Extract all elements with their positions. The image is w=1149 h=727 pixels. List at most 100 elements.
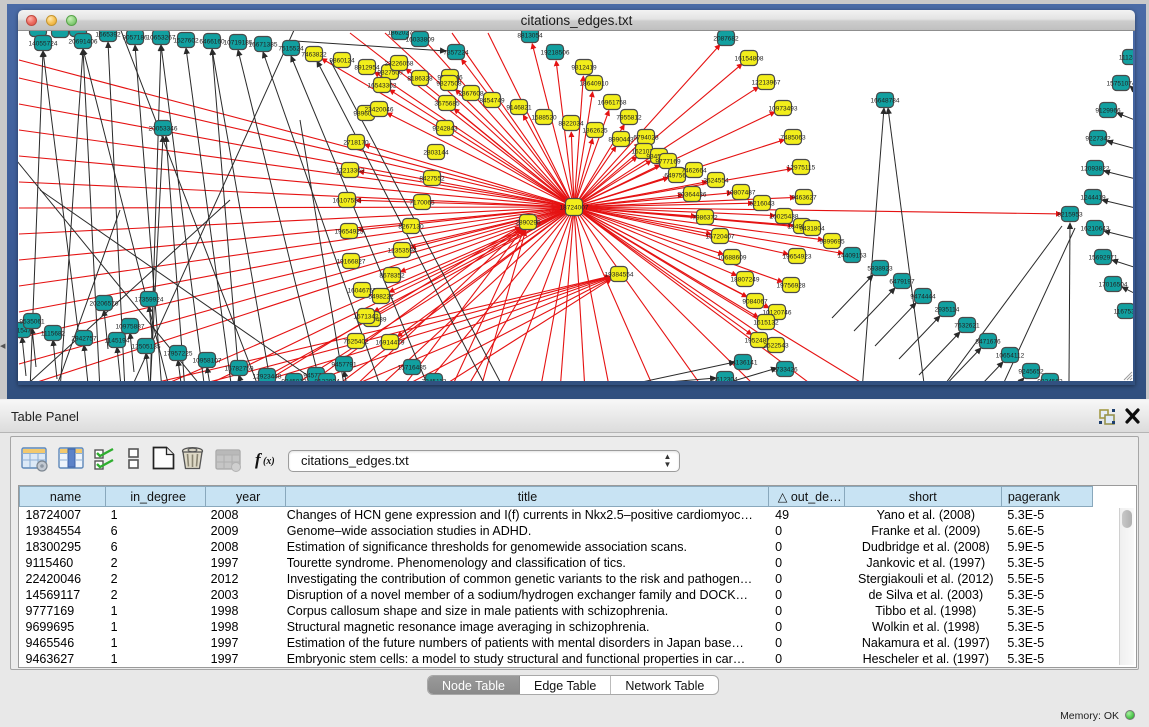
svg-text:8471676: 8471676 xyxy=(975,339,1001,346)
svg-text:16782759: 16782759 xyxy=(225,366,254,373)
svg-text:10688609: 10688609 xyxy=(718,255,747,262)
svg-text:7632621: 7632621 xyxy=(954,323,980,330)
svg-text:2942757: 2942757 xyxy=(71,336,97,343)
svg-text:8822034: 8822034 xyxy=(558,121,584,128)
svg-text:9474444: 9474444 xyxy=(910,294,936,301)
svg-text:8990443: 8990443 xyxy=(608,137,634,144)
svg-text:15716485: 15716485 xyxy=(398,365,427,372)
svg-text:19654925: 19654925 xyxy=(335,229,364,236)
svg-text:1167533: 1167533 xyxy=(1114,309,1133,316)
svg-text:23420046: 23420046 xyxy=(365,107,394,114)
svg-text:9129966: 9129966 xyxy=(1095,108,1121,115)
svg-text:9312419: 9312419 xyxy=(571,65,597,72)
svg-text:8123904: 8123904 xyxy=(314,379,340,382)
svg-text:9463627: 9463627 xyxy=(791,195,817,202)
svg-text:15751074: 15751074 xyxy=(1107,81,1133,88)
svg-text:9227342: 9227342 xyxy=(1085,136,1111,143)
svg-text:9242843: 9242843 xyxy=(432,126,458,133)
svg-text:5498222: 5498222 xyxy=(368,294,394,301)
svg-text:18807249: 18807249 xyxy=(731,277,760,284)
svg-text:20206576: 20206576 xyxy=(90,301,119,308)
svg-text:8427552: 8427552 xyxy=(419,176,445,183)
svg-text:16154808: 16154808 xyxy=(735,56,764,63)
svg-text:10807487: 10807487 xyxy=(727,190,756,197)
svg-text:1244419: 1244419 xyxy=(1080,195,1106,202)
svg-text:16648784: 16648784 xyxy=(871,98,900,105)
svg-text:2367608: 2367608 xyxy=(458,91,484,98)
svg-text:16914479: 16914479 xyxy=(376,340,405,347)
svg-text:9535061: 9535061 xyxy=(19,319,45,326)
svg-text:5938923: 5938923 xyxy=(867,266,893,273)
svg-text:12213363: 12213363 xyxy=(336,168,365,175)
svg-text:9457791: 9457791 xyxy=(331,362,357,369)
svg-text:2935114: 2935114 xyxy=(935,307,960,314)
svg-text:17957225: 17957225 xyxy=(164,351,193,358)
svg-text:12213967: 12213967 xyxy=(752,80,781,87)
svg-text:17359924: 17359924 xyxy=(135,297,164,304)
svg-text:9084067: 9084067 xyxy=(742,299,768,306)
svg-text:2890296: 2890296 xyxy=(515,220,541,227)
svg-text:10654112: 10654112 xyxy=(996,353,1025,360)
svg-text:1112853: 1112853 xyxy=(1119,55,1133,62)
svg-text:7986372: 7986372 xyxy=(692,215,718,222)
svg-text:2087682: 2087682 xyxy=(713,36,739,43)
svg-text:16961758: 16961758 xyxy=(598,100,627,107)
svg-text:15692971: 15692971 xyxy=(1089,255,1118,262)
svg-text:10958107: 10958107 xyxy=(193,358,222,365)
svg-text:7625402: 7625402 xyxy=(343,339,369,346)
svg-text:20364436: 20364436 xyxy=(678,192,707,199)
svg-text:12093822: 12093822 xyxy=(1081,166,1110,173)
svg-text:6466160: 6466160 xyxy=(199,39,225,46)
svg-text:15720407: 15720407 xyxy=(706,234,735,241)
svg-text:16107553: 16107553 xyxy=(333,198,362,205)
svg-text:14136141: 14136141 xyxy=(729,360,758,367)
svg-text:8454749: 8454749 xyxy=(479,98,505,105)
svg-text:10975887: 10975887 xyxy=(116,324,145,331)
svg-text:3675685: 3675685 xyxy=(434,101,460,108)
svg-text:9431804: 9431804 xyxy=(799,226,825,233)
svg-text:17016504: 17016504 xyxy=(1099,282,1128,289)
svg-text:9057186: 9057186 xyxy=(122,35,148,42)
svg-text:7345112: 7345112 xyxy=(422,379,447,382)
svg-text:10653267: 10653267 xyxy=(147,35,176,42)
svg-text:9860124: 9860124 xyxy=(329,58,355,65)
svg-text:19166827: 19166827 xyxy=(337,259,366,266)
svg-text:3624554: 3624554 xyxy=(703,178,729,185)
svg-text:12975115: 12975115 xyxy=(787,165,816,172)
svg-text:6216043: 6216043 xyxy=(749,201,775,208)
svg-text:9245652: 9245652 xyxy=(1018,369,1044,376)
svg-text:8267130: 8267130 xyxy=(398,224,424,231)
svg-text:12353594: 12353594 xyxy=(388,248,417,255)
svg-text:1115682: 1115682 xyxy=(41,331,66,338)
svg-text:8612304: 8612304 xyxy=(712,377,738,382)
svg-text:1145194: 1145194 xyxy=(105,338,130,345)
svg-text:8678352: 8678352 xyxy=(379,273,405,280)
svg-text:12923448: 12923448 xyxy=(253,374,282,381)
svg-text:9327508: 9327508 xyxy=(436,81,462,88)
svg-text:14055724: 14055724 xyxy=(29,41,58,48)
svg-text:f: f xyxy=(255,450,263,469)
svg-text:7955812: 7955812 xyxy=(616,115,642,122)
svg-text:14409153: 14409153 xyxy=(838,253,867,260)
svg-text:23226058: 23226058 xyxy=(385,61,414,68)
svg-text:1615132: 1615132 xyxy=(753,320,779,327)
svg-text:1588520: 1588520 xyxy=(531,115,557,122)
svg-text:7515524: 7515524 xyxy=(278,46,304,53)
svg-text:19654923: 19654923 xyxy=(783,254,812,261)
svg-text:20691406: 20691406 xyxy=(69,39,98,46)
svg-text:20053346: 20053346 xyxy=(149,126,178,133)
svg-text:9777169: 9777169 xyxy=(655,159,681,166)
svg-text:7170065: 7170065 xyxy=(409,200,435,207)
svg-text:19384554: 19384554 xyxy=(605,272,634,279)
svg-text:1733426: 1733426 xyxy=(772,367,798,374)
svg-text:1362625: 1362625 xyxy=(582,128,608,135)
svg-text:9146821: 9146821 xyxy=(506,105,532,112)
svg-text:7485063: 7485063 xyxy=(780,135,806,142)
svg-text:(x): (x) xyxy=(263,456,275,467)
svg-text:6479197: 6479197 xyxy=(889,279,915,286)
svg-text:8215953: 8215953 xyxy=(1057,212,1083,219)
svg-text:16543362: 16543362 xyxy=(368,83,397,90)
svg-text:2803144: 2803144 xyxy=(423,150,449,157)
svg-text:7462664: 7462664 xyxy=(681,168,707,175)
svg-text:1665392: 1665392 xyxy=(95,32,121,39)
